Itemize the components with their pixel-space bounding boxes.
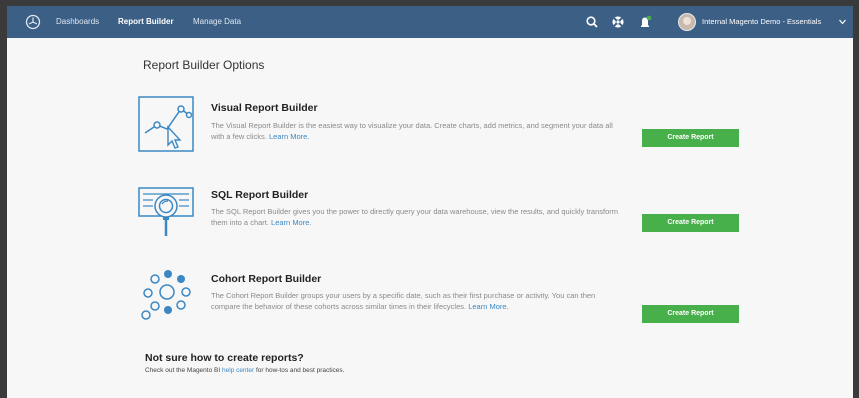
logo-icon[interactable] [25,14,41,30]
sql-learn-more-link[interactable]: Learn More. [271,218,311,227]
help-center-link[interactable]: help center [222,367,254,374]
nav-dashboards[interactable]: Dashboards [56,6,99,38]
help-text: Check out the Magento BI help center for… [145,367,345,374]
sql-report-title: SQL Report Builder [211,189,309,201]
account-menu[interactable]: Internal Magento Demo - Essentials [702,6,821,38]
page-title: Report Builder Options [143,58,265,72]
line-chart-cursor-icon [138,96,194,152]
nav-manage-data[interactable]: Manage Data [193,6,241,38]
visual-report-title: Visual Report Builder [211,102,318,114]
cohort-report-title: Cohort Report Builder [211,273,322,285]
visual-report-description: The Visual Report Builder is the easiest… [211,121,613,141]
notification-icon[interactable] [638,15,652,29]
cohort-circles-icon [141,270,191,320]
avatar[interactable] [678,13,696,31]
visual-learn-more-link[interactable]: Learn More. [269,132,309,141]
visual-create-report-button[interactable]: Create Report [642,129,739,147]
search-icon[interactable] [585,15,599,29]
help-title: Not sure how to create reports? [145,352,304,364]
cohort-learn-more-link[interactable]: Learn More. [468,302,508,311]
sql-report-description: The SQL Report Builder gives you the pow… [211,207,619,227]
help-icon[interactable] [611,15,625,29]
chevron-down-icon[interactable] [839,19,846,25]
cohort-report-description: The Cohort Report Builder groups your us… [211,291,596,311]
database-magnifier-icon [138,187,194,236]
cohort-create-report-button[interactable]: Create Report [642,305,739,323]
top-nav: Dashboards Report Builder Manage Data In… [7,6,853,38]
app-window: Dashboards Report Builder Manage Data In… [7,6,853,398]
nav-report-builder[interactable]: Report Builder [118,6,174,38]
sql-create-report-button[interactable]: Create Report [642,214,739,232]
